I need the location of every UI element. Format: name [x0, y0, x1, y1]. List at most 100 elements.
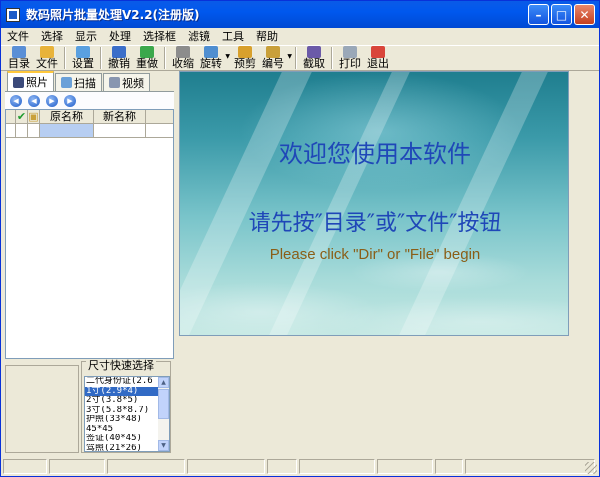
status-panel [299, 459, 375, 474]
menu-selection-box[interactable]: 选择框 [137, 28, 182, 46]
size-option[interactable]: 签证(40*45) [85, 434, 159, 444]
menu-process[interactable]: 处理 [103, 28, 137, 46]
image-canvas[interactable]: 欢迎您使用本软件 请先按″目录″或″文件″按钮 Please click "Di… [179, 71, 569, 336]
last-button[interactable]: ▶ [64, 94, 76, 107]
size-quick-select-caption: 尺寸快速选择 [86, 359, 156, 372]
toolbar-separator [295, 47, 297, 69]
shrink-button[interactable]: 收缩 [169, 45, 197, 70]
instruction-text: 请先按″目录″或″文件″按钮 [248, 211, 502, 236]
source-tabs: 照片 扫描 视频 [5, 71, 174, 91]
dropdown-arrow-icon[interactable]: ▼ [225, 53, 230, 60]
next-icon: ▶ [49, 96, 55, 105]
first-icon: ◀ [13, 96, 19, 105]
toolbar-separator [100, 47, 102, 69]
menu-file[interactable]: 文件 [1, 28, 35, 46]
dir-button[interactable]: 目录 [5, 45, 33, 70]
menu-tools[interactable]: 工具 [216, 28, 250, 46]
window-title: 数码照片批量处理V2.2(注册版) [26, 8, 200, 22]
file-list-header: ✔ ▣ 原名称 新名称 [6, 110, 173, 124]
app-icon[interactable] [6, 7, 20, 22]
check-icon[interactable]: ✔ [16, 110, 28, 123]
undo-button[interactable]: 撤销 [105, 45, 133, 70]
maximize-icon: □ [555, 7, 568, 22]
status-panel [435, 459, 463, 474]
capture-button[interactable]: 截取 [300, 45, 328, 70]
previous-icon: ◀ [31, 96, 37, 105]
scan-icon [61, 77, 72, 88]
scroll-up-icon[interactable]: ▲ [158, 377, 169, 388]
status-bar [1, 457, 599, 476]
size-option[interactable]: 驾照(21*26) [85, 444, 159, 452]
size-option[interactable]: 2寸(3.8*5) [85, 396, 159, 406]
video-icon [109, 77, 120, 88]
file-list[interactable]: ✔ ▣ 原名称 新名称 [5, 109, 174, 359]
redo-button[interactable]: 重做 [133, 45, 161, 70]
tab-photos[interactable]: 照片 [7, 71, 54, 91]
row-original-name-cell[interactable] [40, 124, 94, 137]
size-option-selected[interactable]: 1寸(2.9*4) [85, 386, 159, 396]
status-panel [107, 459, 185, 474]
status-panel [3, 459, 47, 474]
precrop-button[interactable]: 预剪 [231, 45, 259, 70]
app-window: 数码照片批量处理V2.2(注册版) – □ ✕ 文件 选择 显示 处理 选择框 … [0, 0, 600, 477]
menu-help[interactable]: 帮助 [250, 28, 284, 46]
toolbar-separator [64, 47, 66, 69]
file-button[interactable]: 文件 [33, 45, 61, 70]
column-original-name[interactable]: 原名称 [40, 110, 94, 123]
size-option[interactable]: 45*45 [85, 425, 159, 435]
welcome-heading: 欢迎您使用本软件 [279, 140, 471, 168]
table-row[interactable] [6, 124, 173, 138]
close-icon: ✕ [579, 7, 590, 22]
row-indicator [6, 124, 16, 137]
status-panel [187, 459, 265, 474]
size-list-scrollbar[interactable]: ▲ ▼ [158, 377, 169, 451]
size-list[interactable]: 二代身份证(2.6 1寸(2.9*4) 2寸(3.8*5) 3寸(5.8*8.7… [84, 376, 170, 452]
size-option[interactable]: 护照(33*48) [85, 415, 159, 425]
rotate-button[interactable]: 旋转 ▼ [197, 45, 230, 70]
number-button[interactable]: 编号 ▼ [259, 45, 292, 70]
column-new-name[interactable]: 新名称 [94, 110, 146, 123]
scroll-down-icon[interactable]: ▼ [158, 440, 169, 451]
row-lock-cell[interactable] [28, 124, 40, 137]
first-button[interactable]: ◀ [10, 94, 22, 107]
menu-select[interactable]: 选择 [35, 28, 69, 46]
tab-video[interactable]: 视频 [103, 73, 150, 91]
thumbnail-preview [5, 365, 79, 453]
maximize-button[interactable]: □ [551, 4, 572, 25]
resize-grip-icon[interactable] [585, 462, 597, 474]
title-bar[interactable]: 数码照片批量处理V2.2(注册版) – □ ✕ [1, 1, 599, 28]
toolbar: 目录 文件 设置 撤销 重做 收缩 旋转 ▼ 预剪 编号 ▼ 截取 打印 退出 [1, 46, 599, 71]
next-button[interactable]: ▶ [46, 94, 58, 107]
toolbar-separator [164, 47, 166, 69]
row-check-cell[interactable] [16, 124, 28, 137]
menu-view[interactable]: 显示 [69, 28, 103, 46]
dropdown-arrow-icon[interactable]: ▼ [287, 53, 292, 60]
size-quick-select-group: 尺寸快速选择 二代身份证(2.6 1寸(2.9*4) 2寸(3.8*5) 3寸(… [81, 359, 171, 453]
menu-bar: 文件 选择 显示 处理 选择框 滤镜 工具 帮助 [1, 28, 599, 46]
status-panel [49, 459, 105, 474]
print-button[interactable]: 打印 [336, 45, 364, 70]
last-icon: ▶ [67, 96, 73, 105]
lock-icon[interactable]: ▣ [28, 110, 40, 123]
tab-scan[interactable]: 扫描 [55, 73, 102, 91]
navigation-row: ◀ ◀ ▶ ▶ [5, 91, 174, 109]
exit-button[interactable]: 退出 [364, 45, 392, 70]
previous-button[interactable]: ◀ [28, 94, 40, 107]
status-panel [377, 459, 433, 474]
toolbar-separator [331, 47, 333, 69]
row-indicator-column [6, 110, 16, 123]
status-panel [465, 459, 595, 474]
settings-button[interactable]: 设置 [69, 45, 97, 70]
close-button[interactable]: ✕ [574, 4, 595, 25]
size-option[interactable]: 3寸(5.8*8.7) [85, 406, 159, 416]
size-option[interactable]: 二代身份证(2.6 [85, 377, 159, 387]
menu-filter[interactable]: 滤镜 [182, 28, 216, 46]
light-ray [398, 72, 548, 335]
status-panel [267, 459, 297, 474]
row-new-name-cell[interactable] [94, 124, 146, 137]
instruction-text-english: Please click "Dir" or "File" begin [269, 246, 481, 263]
photo-icon [13, 76, 24, 88]
scroll-thumb[interactable] [158, 389, 169, 419]
minimize-icon: – [535, 7, 542, 22]
minimize-button[interactable]: – [528, 4, 549, 25]
